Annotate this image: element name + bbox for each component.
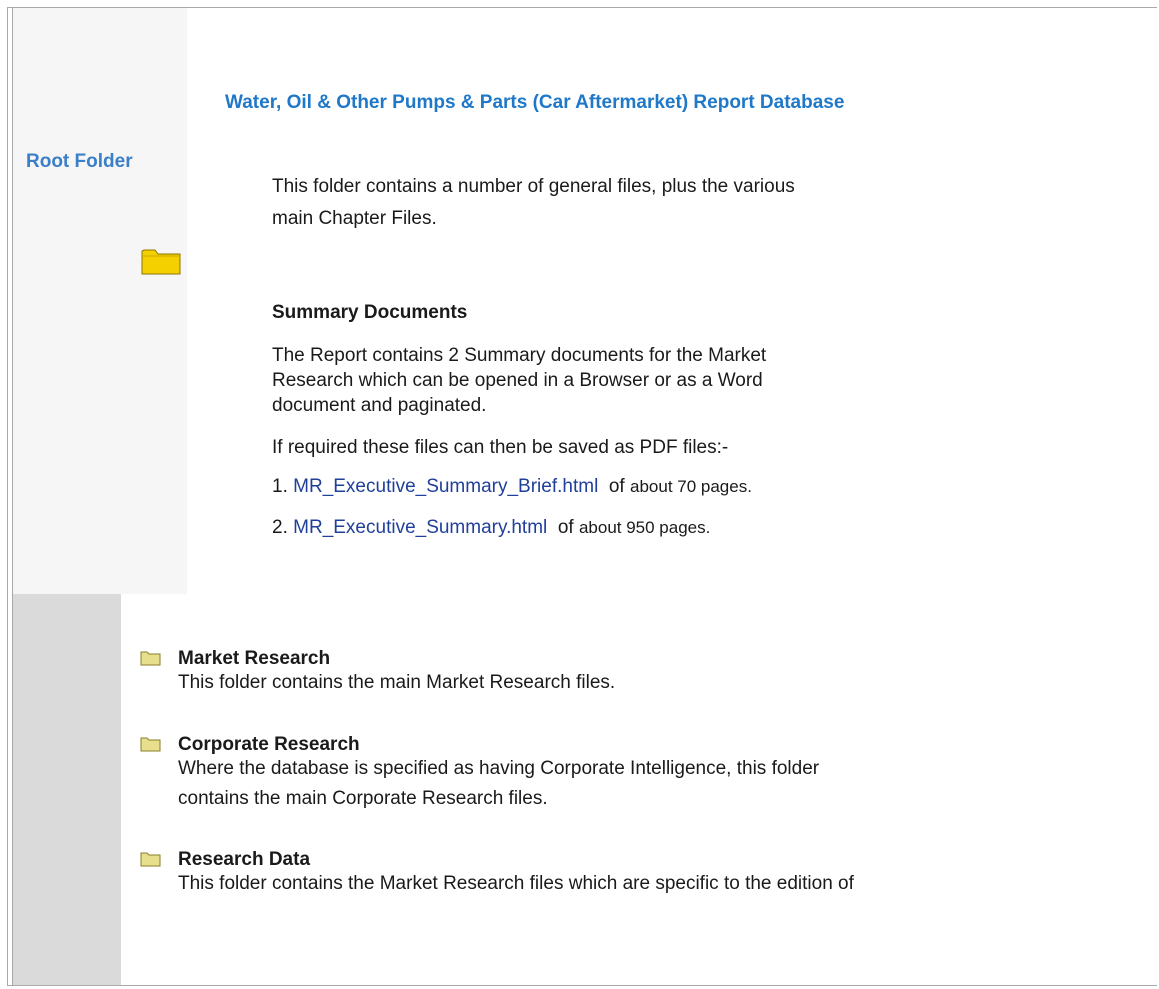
summary-full-link[interactable]: MR_Executive_Summary.html <box>293 517 547 538</box>
pdf-note: If required these files can then be save… <box>272 437 729 458</box>
intro-line-2: main Chapter Files. <box>272 208 437 229</box>
folder-market-research-desc: This folder contains the main Market Res… <box>178 672 616 693</box>
list-of-text: of <box>557 517 574 538</box>
summary-brief-link[interactable]: MR_Executive_Summary_Brief.html <box>293 476 598 497</box>
folders-sidebar <box>13 594 121 985</box>
folder-icon[interactable] <box>140 650 161 666</box>
folder-icon[interactable] <box>141 247 181 275</box>
folder-research-data-desc: This folder contains the Market Research… <box>178 873 854 894</box>
folder-corporate-research-desc-line-2: contains the main Corporate Research fil… <box>178 788 548 809</box>
summary-list-item: 2. MR_Executive_Summary.html of about 95… <box>272 517 710 539</box>
page-count: about 950 pages. <box>578 518 711 537</box>
summary-para-line-1: The Report contains 2 Summary documents … <box>272 345 767 366</box>
page-title: Water, Oil & Other Pumps & Parts (Car Af… <box>225 92 845 113</box>
summary-para-line-2: Research which can be opened in a Browse… <box>272 370 763 391</box>
root-sidebar <box>13 8 187 594</box>
summary-list-item: 1. MR_Executive_Summary_Brief.html of ab… <box>272 476 752 498</box>
page-count: about 70 pages. <box>630 477 752 496</box>
intro-line-1: This folder contains a number of general… <box>272 176 795 197</box>
root-folder-label: Root Folder <box>26 151 133 172</box>
document-frame: Root Folder Water, Oil & Other Pumps & P… <box>7 7 1157 986</box>
folder-research-data-title[interactable]: Research Data <box>178 849 310 871</box>
summary-heading: Summary Documents <box>272 302 468 323</box>
list-number: 2. <box>272 517 288 538</box>
folder-corporate-research-desc-line-1: Where the database is specified as havin… <box>178 758 820 779</box>
list-of-text: of <box>608 476 625 497</box>
summary-para-line-3: document and paginated. <box>272 395 487 416</box>
list-number: 1. <box>272 476 288 497</box>
folder-corporate-research-title[interactable]: Corporate Research <box>178 734 360 756</box>
folder-market-research-title[interactable]: Market Research <box>178 648 330 670</box>
folder-icon[interactable] <box>140 736 161 752</box>
folder-icon[interactable] <box>140 851 161 867</box>
